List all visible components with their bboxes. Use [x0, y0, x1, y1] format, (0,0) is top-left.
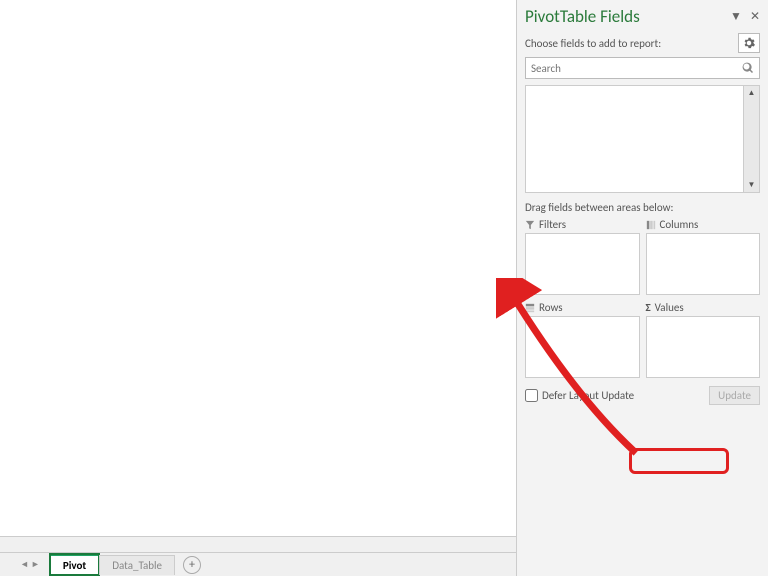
gear-icon[interactable]: [738, 33, 760, 53]
search-icon: [742, 62, 754, 74]
panel-title: PivotTable Fields: [525, 6, 640, 27]
area-columns[interactable]: Columns: [646, 218, 761, 295]
add-sheet-button[interactable]: +: [183, 556, 201, 574]
horizontal-scrollbar[interactable]: [0, 536, 516, 552]
fields-scrollbar[interactable]: ▲▼: [743, 86, 759, 192]
area-rows[interactable]: Rows: [525, 301, 640, 378]
close-icon[interactable]: ✕: [750, 9, 760, 24]
sheet-tab-data[interactable]: Data_Table: [99, 555, 175, 575]
sheet-tabs: ◄► Pivot Data_Table +: [0, 552, 516, 576]
panel-menu-icon[interactable]: ▼: [730, 9, 742, 24]
pivottable-fields-panel: PivotTable Fields ▼ ✕ Choose fields to a…: [516, 0, 768, 576]
sheet-tab-pivot[interactable]: Pivot: [50, 554, 99, 575]
spreadsheet: ◄► Pivot Data_Table +: [0, 0, 516, 576]
drag-instruction: Drag fields between areas below:: [525, 201, 760, 214]
search-input[interactable]: [525, 57, 760, 79]
sheet-nav[interactable]: ◄►: [20, 559, 40, 570]
panel-subtitle: Choose fields to add to report:: [525, 37, 661, 50]
defer-checkbox[interactable]: Defer Layout Update: [525, 389, 634, 402]
area-filters[interactable]: Filters: [525, 218, 640, 295]
area-values[interactable]: ΣValues: [646, 301, 761, 378]
update-button[interactable]: Update: [709, 386, 760, 405]
fields-list[interactable]: ▲▼: [525, 85, 760, 193]
